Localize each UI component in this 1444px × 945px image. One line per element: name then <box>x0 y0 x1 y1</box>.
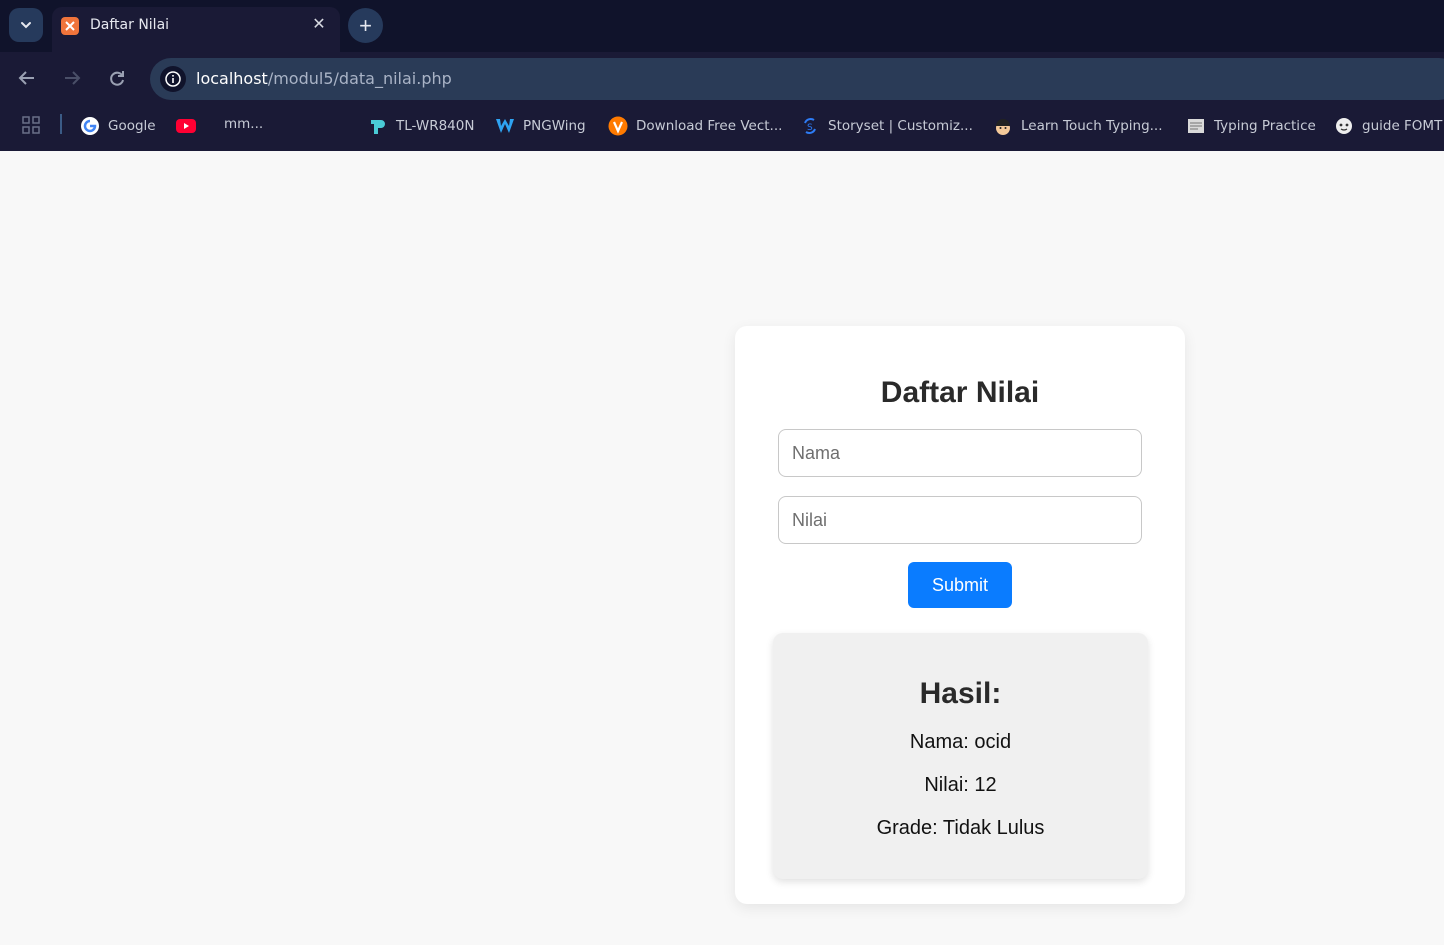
nama-input[interactable] <box>778 429 1142 477</box>
plus-icon: + <box>359 12 372 38</box>
svg-text:S: S <box>807 123 813 133</box>
forward-button[interactable] <box>58 64 86 92</box>
chevron-down-icon <box>21 22 31 29</box>
address-bar[interactable]: localhost/modul5/data_nilai.php <box>150 58 1444 100</box>
tplink-icon <box>368 116 388 136</box>
result-nilai: Nilai: 12 <box>924 774 997 796</box>
arrow-right-icon <box>65 71 81 85</box>
page-title: Daftar Nilai <box>880 376 1040 409</box>
bookmark-label: PNGWing <box>523 118 586 134</box>
result-title: Hasil: <box>919 677 1002 710</box>
google-icon <box>80 116 100 136</box>
tab-strip: Daftar Nilai ✕ + <box>0 0 1444 52</box>
bookmark-mm[interactable]: mm... <box>224 116 263 132</box>
bookmarks-divider <box>60 114 62 134</box>
url-path: /modul5/data_nilai.php <box>267 69 452 88</box>
bookmark-storyset[interactable]: S Storyset | Customiz... <box>800 116 973 136</box>
tab-title: Daftar Nilai <box>90 17 170 33</box>
apps-button[interactable] <box>22 116 40 134</box>
bookmark-guide-fomt[interactable]: guide FOMT <box>1334 116 1442 136</box>
submit-button[interactable]: Submit <box>908 562 1012 608</box>
bookmark-typing-practice[interactable]: Typing Practice <box>1186 116 1316 136</box>
bookmark-label: TL-WR840N <box>396 118 475 134</box>
new-tab-button[interactable]: + <box>348 8 383 43</box>
bookmark-vecteezy[interactable]: Download Free Vect... <box>608 116 782 136</box>
nilai-input[interactable] <box>778 496 1142 544</box>
back-button[interactable] <box>13 64 41 92</box>
info-icon[interactable] <box>160 66 186 92</box>
grade-form-card: Daftar Nilai Submit Hasil: Nama: ocid Ni… <box>735 326 1185 904</box>
reload-button[interactable] <box>103 64 131 92</box>
bookmark-youtube[interactable] <box>176 116 196 136</box>
bookmark-label: Download Free Vect... <box>636 118 783 134</box>
url-text[interactable]: localhost/modul5/data_nilai.php <box>196 69 452 88</box>
xampp-icon <box>61 17 79 35</box>
fomt-icon <box>1334 116 1354 136</box>
storyset-icon: S <box>800 116 820 136</box>
tab-active[interactable]: Daftar Nilai ✕ <box>52 7 340 52</box>
vecteezy-icon <box>608 116 628 136</box>
bookmark-label: guide FOMT <box>1362 118 1443 134</box>
bookmark-label: Learn Touch Typing... <box>1021 118 1163 134</box>
youtube-icon <box>176 116 196 136</box>
typing-icon <box>993 116 1013 136</box>
browser-toolbar: localhost/modul5/data_nilai.php <box>0 52 1444 104</box>
typing-practice-icon <box>1186 116 1206 136</box>
bookmark-pngwing[interactable]: PNGWing <box>495 116 586 136</box>
bookmark-label: Storyset | Customiz... <box>828 118 973 134</box>
bookmark-label: mm... <box>224 116 264 132</box>
close-icon[interactable]: ✕ <box>308 13 330 35</box>
apps-grid-icon <box>22 116 40 134</box>
tab-search-button[interactable] <box>9 8 43 42</box>
arrow-left-icon <box>18 71 34 85</box>
bookmark-tplink[interactable]: TL-WR840N <box>368 116 474 136</box>
result-nama: Nama: ocid <box>909 731 1012 753</box>
bookmark-google[interactable]: Google <box>80 116 156 136</box>
reload-icon <box>110 71 124 86</box>
result-grade: Grade: Tidak Lulus <box>876 817 1045 839</box>
pngwing-icon <box>495 116 515 136</box>
bookmark-label: Typing Practice <box>1214 118 1316 134</box>
bookmark-label: Google <box>108 118 156 134</box>
url-host: localhost <box>196 69 268 88</box>
result-panel: Hasil: Nama: ocid Nilai: 12 Grade: Tidak… <box>773 633 1148 879</box>
bookmark-typing-club[interactable]: Learn Touch Typing... <box>993 116 1163 136</box>
